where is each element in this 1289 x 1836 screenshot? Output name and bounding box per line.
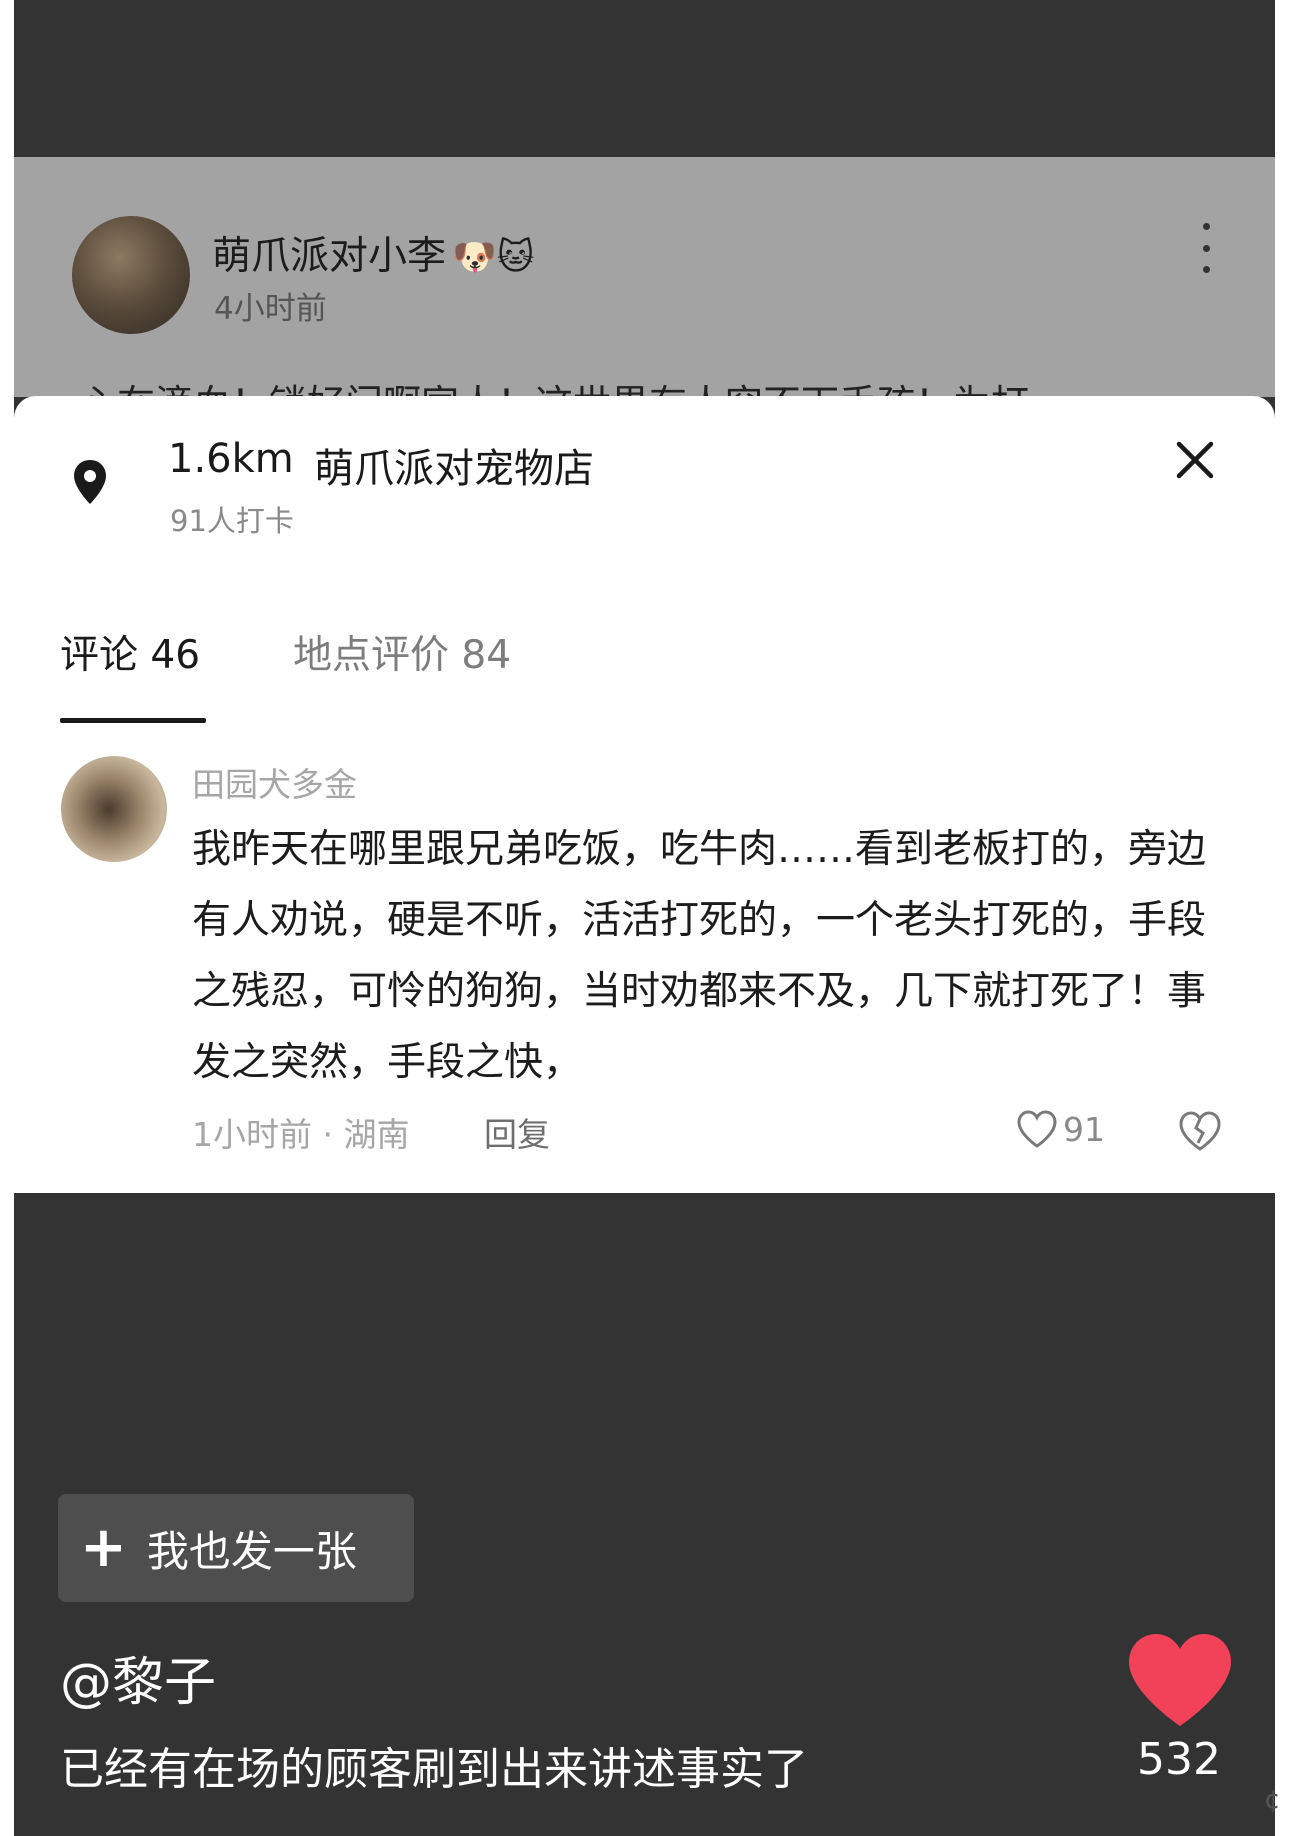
location-pin-icon: [74, 460, 106, 504]
location-comments-sheet: 1.6km 萌爪派对宠物店 91人打卡 评论 46 地点评价 84 田园犬多金 …: [14, 396, 1275, 1193]
close-icon[interactable]: [1171, 436, 1219, 484]
post-photo-label: 我也发一张: [146, 1526, 357, 1576]
comment-like-button[interactable]: 91: [1015, 1108, 1105, 1150]
commenter-avatar[interactable]: [61, 756, 167, 862]
video-like-count: 532: [1137, 1734, 1221, 1785]
more-vertical-icon[interactable]: [1196, 223, 1216, 273]
reply-button[interactable]: 回复: [484, 1108, 550, 1156]
commenter-username[interactable]: 田园犬多金: [192, 758, 357, 806]
active-tab-indicator: [60, 718, 206, 723]
tab-location-reviews[interactable]: 地点评价 84: [293, 624, 511, 680]
comment-meta: 1小时前 · 湖南: [192, 1115, 410, 1154]
heart-outline-icon: [1017, 1110, 1057, 1148]
comment-text: 我昨天在哪里跟兄弟吃饭，吃牛肉……看到老板打的，旁边有人劝说，硬是不听，活活打死…: [192, 827, 1207, 1085]
post-time: 4小时前: [214, 291, 327, 327]
heart-filled-icon[interactable]: [1125, 1630, 1235, 1730]
location-name[interactable]: 萌爪派对宠物店: [314, 436, 594, 494]
tab-comments[interactable]: 评论 46: [60, 624, 200, 680]
post-header: 萌爪派对小李🐶🐱 4小时前 心在滴血！锁好门啊家人！这世界有人突不下手孩！为打: [14, 157, 1275, 426]
location-distance: 1.6km: [168, 436, 294, 482]
location-checkins: 91人打卡: [170, 504, 294, 538]
post-author-name[interactable]: 萌爪派对小李 🐶🐱: [212, 225, 534, 281]
comment-like-count: 91: [1063, 1109, 1105, 1149]
post-photo-button[interactable]: + 我也发一张: [58, 1494, 414, 1602]
edge-mark: ¢: [1264, 1785, 1281, 1815]
author-name-text: 萌爪派对小李: [212, 234, 447, 279]
video-caption: 已经有在场的顾客刷到出来讲述事实了: [60, 1744, 808, 1795]
author-avatar[interactable]: [72, 216, 190, 334]
plus-icon: +: [80, 1515, 127, 1580]
broken-heart-icon[interactable]: [1177, 1109, 1223, 1153]
author-emojis: 🐶🐱: [452, 237, 535, 278]
app-screen: 萌爪派对小李🐶🐱 4小时前 心在滴血！锁好门啊家人！这世界有人突不下手孩！为打 …: [14, 0, 1275, 1836]
video-author-username[interactable]: @黎子: [60, 1640, 216, 1715]
